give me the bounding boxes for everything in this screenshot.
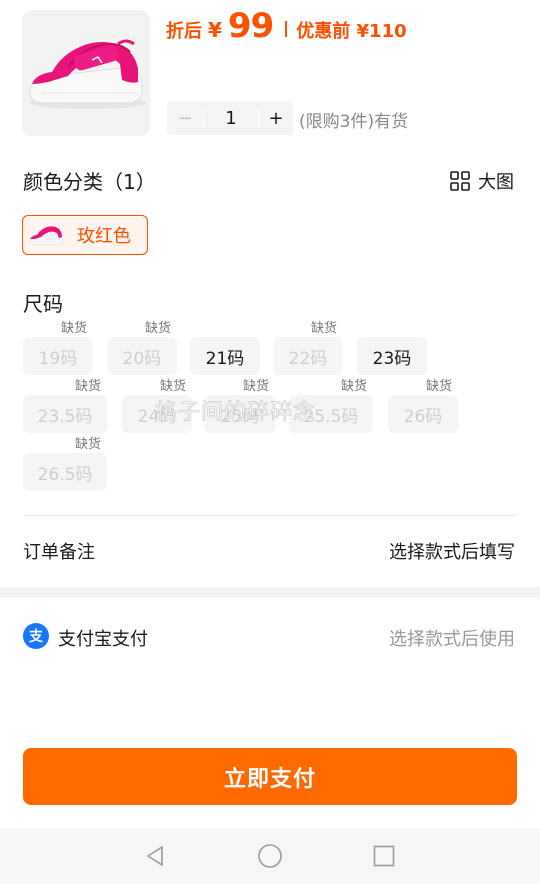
size-option-20[interactable]: 20码 缺货 bbox=[107, 321, 177, 375]
grid-icon bbox=[450, 171, 470, 191]
out-of-stock-badge: 缺货 bbox=[72, 379, 103, 395]
price-line: 折后 ¥ 99 优惠前 ¥110 bbox=[166, 6, 407, 46]
size-label: 22码 bbox=[288, 348, 328, 369]
big-image-button[interactable]: 大图 bbox=[450, 168, 514, 194]
stock-status: (限购3件)有货 bbox=[299, 112, 409, 132]
increase-button[interactable]: + bbox=[259, 108, 293, 129]
nav-home-icon bbox=[258, 844, 282, 868]
nav-home-button[interactable] bbox=[256, 842, 284, 870]
out-of-stock-badge: 缺货 bbox=[338, 379, 369, 395]
nav-recents-icon bbox=[373, 845, 395, 867]
size-option-26-5[interactable]: 26.5码 缺货 bbox=[23, 437, 107, 491]
pay-now-button[interactable]: 立即支付 bbox=[23, 748, 517, 805]
quantity-value[interactable]: 1 bbox=[204, 108, 258, 129]
size-option-21[interactable]: 21码 bbox=[190, 337, 260, 375]
size-label: 26码 bbox=[403, 406, 443, 427]
decrease-button[interactable]: − bbox=[167, 108, 203, 129]
size-label: 20码 bbox=[122, 348, 162, 369]
price-prefix: 折后 bbox=[166, 21, 202, 42]
size-option-23[interactable]: 23码 bbox=[357, 337, 427, 375]
size-label: 26.5码 bbox=[37, 464, 93, 485]
price-currency: ¥ bbox=[208, 18, 222, 42]
nav-back-icon bbox=[147, 846, 163, 866]
out-of-stock-badge: 缺货 bbox=[423, 379, 454, 395]
size-label: 23码 bbox=[372, 348, 412, 369]
out-of-stock-badge: 缺货 bbox=[157, 379, 188, 395]
discounted-price: 99 bbox=[227, 6, 274, 46]
size-label: 23.5码 bbox=[37, 406, 93, 427]
size-label: 19码 bbox=[38, 348, 78, 369]
size-option-19[interactable]: 19码 缺货 bbox=[23, 321, 93, 375]
size-label: 21码 bbox=[205, 348, 245, 369]
out-of-stock-badge: 缺货 bbox=[142, 321, 173, 337]
quantity-stepper: − 1 + bbox=[167, 101, 293, 135]
watermark: 格子间的碎碎念 bbox=[155, 400, 317, 426]
out-of-stock-badge: 缺货 bbox=[58, 321, 89, 337]
size-option-23-5[interactable]: 23.5码 缺货 bbox=[23, 379, 107, 433]
size-option-22[interactable]: 22码 缺货 bbox=[273, 321, 343, 375]
alipay-icon: 支 bbox=[23, 623, 49, 649]
color-option-rose-red[interactable]: 玫红色 bbox=[22, 215, 148, 255]
order-note-label: 订单备注 bbox=[23, 542, 95, 563]
price-separator bbox=[285, 21, 288, 37]
out-of-stock-badge: 缺货 bbox=[72, 437, 103, 453]
color-option-thumbnail bbox=[28, 226, 64, 246]
out-of-stock-badge: 缺货 bbox=[308, 321, 339, 337]
nav-back-button[interactable] bbox=[141, 842, 169, 870]
color-option-label: 玫红色 bbox=[77, 226, 131, 247]
size-section-title: 尺码 bbox=[23, 292, 63, 316]
big-image-label: 大图 bbox=[478, 172, 514, 193]
system-navigation-bar bbox=[0, 828, 540, 884]
size-option-26[interactable]: 26码 缺货 bbox=[388, 379, 458, 433]
out-of-stock-badge: 缺货 bbox=[240, 379, 271, 395]
nav-recents-button[interactable] bbox=[370, 842, 398, 870]
color-section-title: 颜色分类（1） bbox=[23, 170, 156, 194]
divider bbox=[23, 515, 517, 516]
payment-method-label[interactable]: 支付宝支付 bbox=[58, 625, 148, 651]
order-note-value[interactable]: 选择款式后填写 bbox=[389, 538, 515, 564]
product-thumbnail[interactable] bbox=[22, 10, 150, 136]
payment-method-hint: 选择款式后使用 bbox=[389, 629, 515, 650]
original-price: 优惠前 ¥110 bbox=[296, 21, 407, 42]
svg-text:支: 支 bbox=[28, 628, 44, 645]
section-separator bbox=[0, 587, 540, 598]
sandal-image bbox=[29, 39, 146, 109]
